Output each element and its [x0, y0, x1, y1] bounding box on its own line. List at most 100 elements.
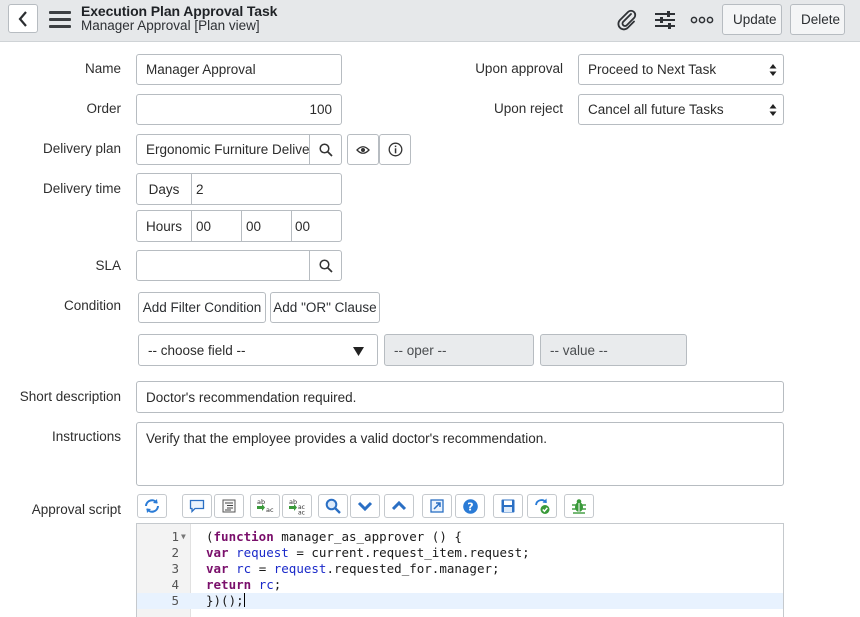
- delivery-time-label: Delivery time: [42, 181, 121, 196]
- text-cursor: [243, 593, 245, 607]
- find-next-button[interactable]: [350, 494, 380, 518]
- format-button[interactable]: [214, 494, 244, 518]
- line-number: 5: [171, 593, 179, 608]
- add-or-clause-button[interactable]: Add "OR" Clause: [270, 292, 380, 323]
- back-button[interactable]: [8, 4, 38, 33]
- order-field[interactable]: 100: [136, 94, 342, 125]
- delivery-plan-field[interactable]: Ergonomic Furniture Delivery: [136, 134, 310, 165]
- replace-all-button[interactable]: ab ac ac: [282, 494, 312, 518]
- page-title: Execution Plan Approval Task: [81, 3, 278, 19]
- svg-text:ac: ac: [298, 510, 305, 516]
- code-line-text: return rc;: [206, 577, 282, 592]
- short-description-label: Short description: [19, 389, 121, 404]
- sla-lookup-button[interactable]: [309, 250, 342, 281]
- code-line: 2 var request = current.request_item.req…: [137, 545, 783, 561]
- sla-field[interactable]: [136, 250, 310, 281]
- replace-all-icon: abacac: [289, 498, 305, 516]
- settings-sliders-icon[interactable]: [653, 9, 677, 31]
- fullscreen-button[interactable]: [422, 494, 452, 518]
- script-toggle-icon: [145, 499, 159, 513]
- code-line-text: })();: [206, 593, 245, 608]
- code-line: 4 return rc;: [137, 577, 783, 593]
- upon-reject-label: Upon reject: [493, 101, 563, 116]
- eye-icon: [356, 145, 370, 154]
- upon-approval-select[interactable]: Proceed to Next Task: [578, 54, 784, 85]
- select-arrows-icon: [769, 103, 777, 116]
- paperclip-icon[interactable]: [615, 9, 639, 31]
- approval-script-label: Approval script: [31, 502, 121, 517]
- upon-reject-value: Cancel all future Tasks: [588, 102, 724, 117]
- save-script-button[interactable]: [493, 494, 523, 518]
- name-field[interactable]: Manager Approval: [136, 54, 342, 85]
- hours-label: Hours: [136, 210, 192, 242]
- script-check-icon: [535, 498, 550, 514]
- svg-text:ac: ac: [266, 506, 274, 514]
- delivery-plan-label: Delivery plan: [42, 141, 121, 156]
- format-icon: [222, 499, 236, 513]
- seconds-field[interactable]: 00: [291, 210, 342, 242]
- code-line: 1 ▼ (function manager_as_approver () {: [137, 529, 783, 545]
- select-arrows-icon: [769, 63, 777, 76]
- svg-text:ab: ab: [257, 498, 265, 506]
- comment-icon: [189, 499, 205, 513]
- upon-approval-label: Upon approval: [475, 61, 563, 76]
- dropdown-arrow-icon: [353, 347, 364, 356]
- script-toggle-button[interactable]: [137, 494, 167, 518]
- debug-icon: [572, 499, 586, 514]
- delete-button[interactable]: Delete: [790, 4, 845, 35]
- menu-icon[interactable]: [49, 11, 71, 29]
- code-line: 3 var rc = request.requested_for.manager…: [137, 561, 783, 577]
- find-next-icon: [357, 501, 373, 512]
- replace-icon: abac: [257, 498, 274, 514]
- condition-label: Condition: [63, 298, 121, 313]
- fold-arrow-icon[interactable]: ▼: [181, 529, 186, 545]
- comment-button[interactable]: [182, 494, 212, 518]
- hours-field[interactable]: 00: [191, 210, 242, 242]
- fullscreen-icon: [430, 499, 444, 513]
- days-label: Days: [136, 173, 192, 205]
- short-description-field[interactable]: Doctor's recommendation required.: [136, 381, 784, 413]
- code-line-text: var request = current.request_item.reque…: [206, 545, 530, 560]
- search-button[interactable]: [318, 494, 348, 518]
- help-icon: ?: [462, 498, 478, 514]
- search-icon: [325, 498, 341, 514]
- upon-reject-select[interactable]: Cancel all future Tasks: [578, 94, 784, 125]
- replace-button[interactable]: ab ac: [250, 494, 280, 518]
- find-previous-button[interactable]: [384, 494, 414, 518]
- value-field[interactable]: -- value --: [540, 334, 687, 366]
- order-label: Order: [86, 101, 121, 116]
- minutes-field[interactable]: 00: [241, 210, 292, 242]
- line-number: 2: [171, 545, 179, 560]
- add-filter-condition-button[interactable]: Add Filter Condition: [138, 292, 266, 323]
- debug-button[interactable]: [564, 494, 594, 518]
- info-icon: [388, 142, 402, 157]
- line-number: 4: [171, 577, 179, 592]
- name-label: Name: [84, 61, 121, 76]
- sla-label: SLA: [95, 258, 121, 273]
- code-line-text: (function manager_as_approver () {: [206, 529, 462, 544]
- days-field[interactable]: 2: [191, 173, 342, 205]
- instructions-label: Instructions: [51, 429, 121, 444]
- choose-field-value: -- choose field --: [148, 342, 246, 358]
- find-previous-icon: [391, 500, 407, 511]
- save-icon: [501, 499, 515, 513]
- script-check-button[interactable]: [527, 494, 557, 518]
- help-button[interactable]: ?: [455, 494, 485, 518]
- form-header: Execution Plan Approval Task Manager App…: [0, 0, 860, 42]
- info-button[interactable]: [379, 134, 411, 165]
- search-icon: [318, 142, 333, 157]
- update-button[interactable]: Update: [722, 4, 782, 35]
- operator-select[interactable]: -- oper --: [384, 334, 534, 366]
- page-subtitle: Manager Approval [Plan view]: [81, 18, 260, 33]
- more-icon[interactable]: [690, 9, 714, 31]
- line-number: 1: [171, 529, 179, 544]
- line-number: 3: [171, 561, 179, 576]
- preview-record-button[interactable]: [347, 134, 379, 165]
- delivery-plan-lookup-button[interactable]: [309, 134, 342, 165]
- instructions-field[interactable]: Verify that the employee provides a vali…: [136, 422, 784, 486]
- back-icon: [18, 10, 27, 27]
- search-icon: [318, 258, 333, 273]
- approval-script-editor[interactable]: 1 ▼ (function manager_as_approver () { 2…: [136, 523, 784, 617]
- choose-field-select[interactable]: -- choose field --: [138, 334, 378, 366]
- code-line-active: 5 })();: [137, 593, 783, 609]
